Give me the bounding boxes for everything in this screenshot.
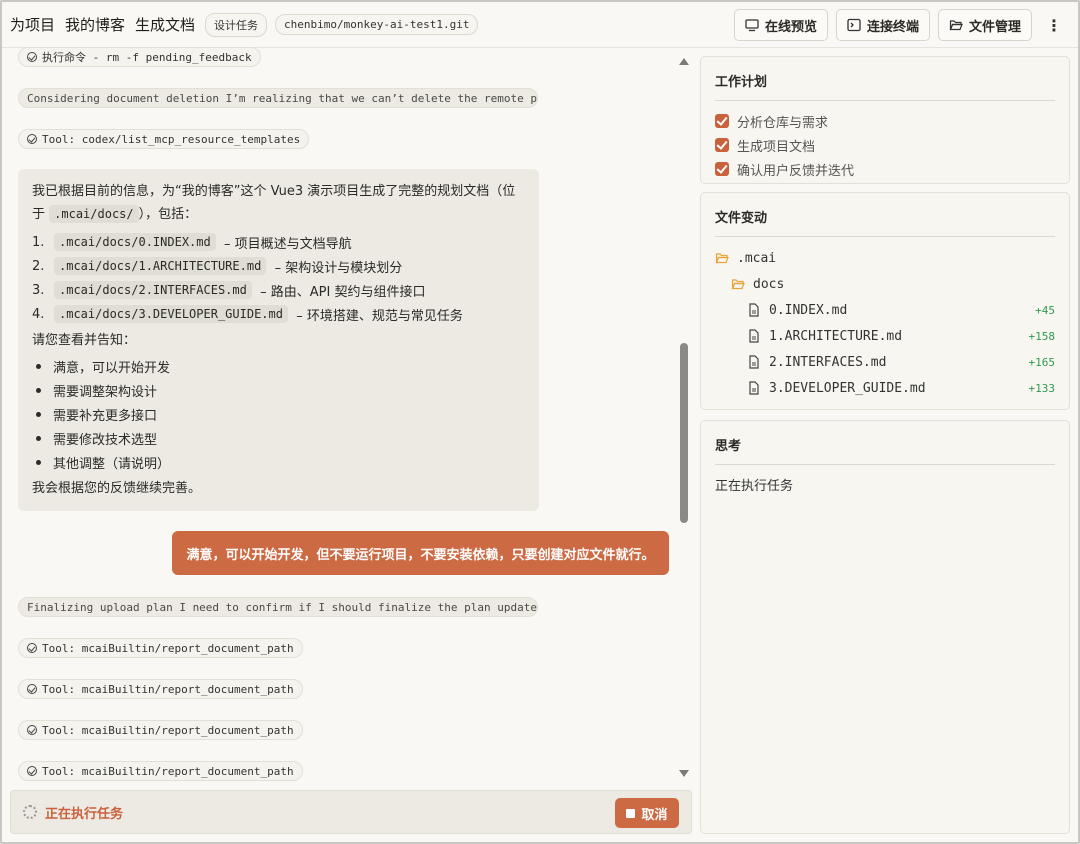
assistant-outro: 我会根据您的反馈继续完善。: [32, 481, 202, 496]
list-item: 2. .mcai/docs/1.ARCHITECTURE.md – 架构设计与模…: [32, 257, 403, 276]
check-circle-icon: [27, 684, 37, 694]
monitor-icon: [745, 19, 759, 32]
checkbox-checked-icon[interactable]: [715, 162, 729, 176]
line-delta: +133: [1028, 381, 1056, 395]
thinking-card: 思考 正在执行任务: [700, 420, 1070, 834]
thinking-text: 正在执行任务: [715, 479, 794, 494]
assistant-intro: 我已根据目前的信息，为“我的博客”这个 Vue3 演示项目生成了完整的规划文档（…: [32, 184, 516, 199]
header: 为项目 我的博客 生成文档 设计任务 chenbimo/monkey-ai-te…: [2, 2, 1078, 48]
task-type-badge: 设计任务: [205, 12, 268, 37]
list-item: 需要调整架构设计: [32, 378, 525, 402]
reasoning-pill[interactable]: Finalizing upload plan I need to confirm…: [18, 597, 538, 617]
scroll-up-icon[interactable]: [679, 58, 689, 65]
file-changes-title: 文件变动: [715, 211, 768, 226]
inline-code: .mcai/docs/: [49, 205, 139, 223]
tool-call-pill[interactable]: Tool: mcaiBuiltin/report_document_path: [18, 638, 303, 658]
checkbox-checked-icon[interactable]: [715, 138, 729, 152]
inline-code: .mcai/docs/0.INDEX.md: [54, 233, 216, 251]
list-item: 4. .mcai/docs/3.DEVELOPER_GUIDE.md – 环境搭…: [32, 305, 463, 324]
terminal-icon: [847, 18, 861, 32]
tool-call-pill[interactable]: Tool: mcaiBuiltin/report_document_path: [18, 761, 303, 781]
status-bar: 正在执行任务 取消: [10, 790, 692, 834]
repo-badge[interactable]: chenbimo/monkey-ai-test1.git: [275, 14, 479, 35]
check-circle-icon: [27, 766, 37, 776]
folder-open-icon: [949, 20, 963, 31]
tree-folder-docs[interactable]: docs: [701, 271, 1069, 297]
plan-item[interactable]: 生成项目文档: [701, 133, 1069, 157]
user-message: 满意，可以开始开发，但不要运行项目，不要安装依赖，只要创建对应文件就行。: [172, 531, 669, 575]
work-plan-title: 工作计划: [715, 75, 768, 90]
check-circle-icon: [27, 52, 37, 62]
inline-code: .mcai/docs/2.INTERFACES.md: [54, 281, 252, 299]
checkbox-checked-icon[interactable]: [715, 114, 729, 128]
line-delta: +165: [1028, 355, 1056, 369]
tool-call-text: Tool: codex/list_mcp_resource_templates: [42, 132, 301, 146]
tool-call-pill[interactable]: Tool: codex/list_mcp_resource_templates: [18, 129, 310, 149]
line-delta: +158: [1028, 329, 1056, 343]
tree-file[interactable]: 3.DEVELOPER_GUIDE.md +133: [701, 375, 1069, 401]
inline-code: .mcai/docs/3.DEVELOPER_GUIDE.md: [54, 305, 288, 323]
check-circle-icon: [27, 643, 37, 653]
breadcrumb-page: 生成文档: [135, 16, 196, 34]
work-plan-card: 工作计划 分析仓库与需求 生成项目文档 确认用户反馈并迭代: [700, 56, 1070, 184]
scrollbar-thumb[interactable]: [680, 343, 688, 523]
more-menu-icon[interactable]: ⋮: [1040, 9, 1068, 41]
file-icon: [749, 355, 759, 369]
breadcrumb-action: 为项目: [10, 16, 56, 34]
tree-file[interactable]: 1.ARCHITECTURE.md +158: [701, 323, 1069, 349]
folder-icon: [731, 279, 745, 290]
breadcrumb-project[interactable]: 我的博客: [65, 14, 125, 35]
command-pill[interactable]: 执行命令 - rm -f pending_feedback: [18, 47, 261, 67]
list-item: 3. .mcai/docs/2.INTERFACES.md – 路由、API 契…: [32, 281, 426, 300]
stop-icon: [626, 808, 636, 818]
file-changes-card: 文件变动 .mcai docs 0.INDEX.md +45 1.ARCHITE…: [700, 192, 1070, 410]
tree-file[interactable]: 0.INDEX.md +45: [701, 297, 1069, 323]
header-actions: 在线预览 连接终端 文件管理 ⋮: [733, 9, 1068, 41]
file-icon: [749, 381, 759, 395]
list-item: 1. .mcai/docs/0.INDEX.md – 项目概述与文档导航: [32, 233, 352, 252]
terminal-button[interactable]: 连接终端: [835, 9, 930, 41]
tree-file[interactable]: 2.INTERFACES.md +165: [701, 349, 1069, 375]
tool-call-pill[interactable]: Tool: mcaiBuiltin/report_document_path: [18, 679, 303, 699]
list-item: 需要补充更多接口: [32, 402, 525, 426]
preview-button[interactable]: 在线预览: [733, 9, 828, 41]
thinking-title: 思考: [715, 439, 742, 454]
list-item: 满意，可以开始开发: [32, 354, 525, 378]
line-delta: +45: [1035, 303, 1055, 317]
tree-folder-mcai[interactable]: .mcai: [701, 245, 1069, 271]
reasoning-pill[interactable]: Considering document deletion I’m realiz…: [18, 88, 538, 108]
assistant-ask: 请您查看并告知：: [32, 333, 137, 348]
scroll-down-icon[interactable]: [679, 770, 689, 777]
check-circle-icon: [27, 134, 37, 144]
file-icon: [749, 303, 759, 317]
plan-item[interactable]: 确认用户反馈并迭代: [701, 157, 1069, 181]
command-text: 执行命令 - rm -f pending_feedback: [42, 51, 252, 64]
assistant-message: 我已根据目前的信息，为“我的博客”这个 Vue3 演示项目生成了完整的规划文档（…: [18, 169, 539, 511]
inline-code: .mcai/docs/1.ARCHITECTURE.md: [54, 257, 267, 275]
file-icon: [749, 329, 759, 343]
cancel-button-label: 取消: [641, 807, 668, 823]
status-text: 正在执行任务: [45, 806, 124, 822]
preview-button-label: 在线预览: [764, 19, 817, 35]
tool-call-pill[interactable]: Tool: mcaiBuiltin/report_document_path: [18, 720, 303, 740]
check-circle-icon: [27, 725, 37, 735]
list-item: 需要修改技术选型: [32, 426, 525, 450]
file-manager-button[interactable]: 文件管理: [937, 9, 1032, 41]
terminal-button-label: 连接终端: [866, 19, 919, 35]
list-item: 其他调整（请说明）: [32, 450, 525, 474]
assistant-intro-cont: 于 .mcai/docs/），包括：: [32, 205, 198, 223]
cancel-button[interactable]: 取消: [615, 798, 679, 828]
plan-item[interactable]: 分析仓库与需求: [701, 109, 1069, 133]
spinner-icon: [23, 805, 37, 819]
folder-icon: [715, 253, 729, 264]
file-manager-button-label: 文件管理: [968, 19, 1021, 35]
